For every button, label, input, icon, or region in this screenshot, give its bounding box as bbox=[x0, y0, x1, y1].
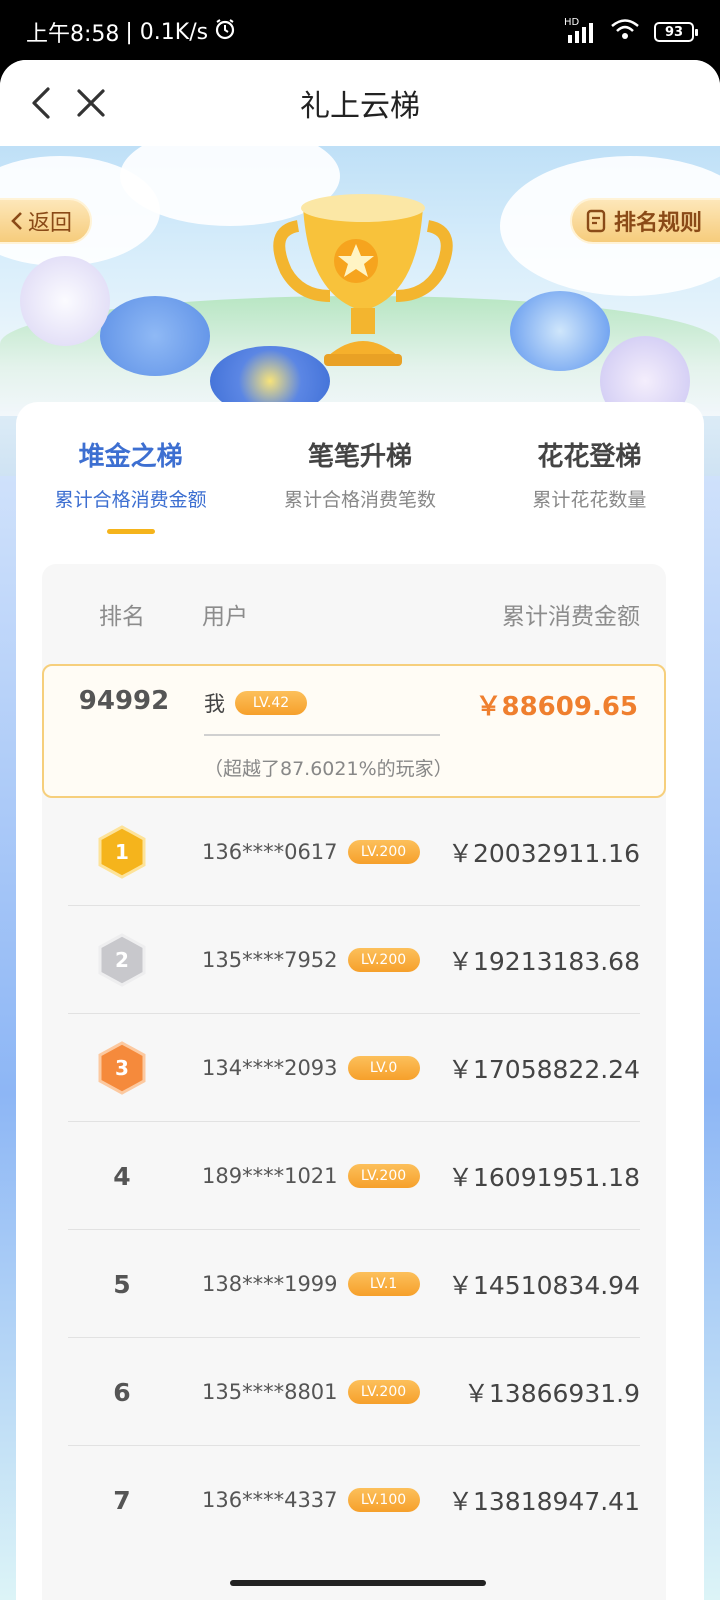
rank-number: 2 bbox=[115, 948, 129, 972]
ranking-table: 排名 用户 累计消费金额 94992 我 LV.42 ￥88609.65 （超越… bbox=[42, 564, 666, 1600]
my-rank: 94992 bbox=[78, 686, 170, 716]
table-row[interactable]: 4 189****1021 LV.200 ￥16091951.18 bbox=[42, 1122, 666, 1230]
level-badge: LV.200 bbox=[347, 1380, 420, 1404]
status-net-speed: | 0.1K/s bbox=[125, 19, 209, 45]
active-tab-indicator bbox=[106, 529, 155, 534]
silver-medal-icon: 2 bbox=[97, 933, 147, 987]
wifi-icon bbox=[610, 18, 640, 46]
level-badge: LV.100 bbox=[347, 1488, 420, 1512]
user-cell: 136****0617 LV.200 bbox=[202, 798, 420, 906]
tab-title: 花花登梯 bbox=[537, 442, 642, 472]
tab-count-ladder[interactable]: 笔笔升梯 累计合格消费笔数 bbox=[245, 436, 474, 532]
table-row[interactable]: 2 135****7952 LV.200 ￥19213183.68 bbox=[42, 906, 666, 1014]
my-amount: ￥88609.65 bbox=[475, 692, 638, 722]
user-cell: 138****1999 LV.1 bbox=[202, 1230, 420, 1338]
table-row[interactable]: 1 136****0617 LV.200 ￥20032911.16 bbox=[42, 798, 666, 906]
user-cell: 134****2093 LV.0 bbox=[202, 1014, 420, 1122]
flower-decoration bbox=[100, 296, 210, 376]
tab-subtitle: 累计花花数量 bbox=[532, 489, 647, 511]
level-badge: LV.200 bbox=[347, 948, 420, 972]
bronze-medal-icon: 3 bbox=[97, 1041, 147, 1095]
my-ranking-row: 94992 我 LV.42 ￥88609.65 （超越了87.6021%的玩家） bbox=[42, 664, 666, 798]
my-percentile-note: （超越了87.6021%的玩家） bbox=[204, 758, 453, 780]
return-button[interactable]: 返回 bbox=[0, 198, 93, 244]
status-time: 上午8:58 bbox=[26, 22, 120, 47]
rank-number: 6 bbox=[113, 1377, 131, 1407]
rank-number: 3 bbox=[115, 1056, 129, 1080]
amount-cell: ￥16091951.18 bbox=[447, 1163, 640, 1192]
table-row[interactable]: 3 134****2093 LV.0 ￥17058822.24 bbox=[42, 1014, 666, 1122]
amount-cell: ￥13818947.41 bbox=[447, 1487, 640, 1516]
user-cell: 189****1021 LV.200 bbox=[202, 1122, 420, 1230]
rank-cell: 1 bbox=[42, 798, 202, 906]
table-row[interactable]: 5 138****1999 LV.1 ￥14510834.94 bbox=[42, 1230, 666, 1338]
snowflake-decoration bbox=[20, 256, 110, 346]
level-badge: LV.1 bbox=[347, 1272, 420, 1296]
status-right: HD 93 bbox=[564, 17, 698, 46]
user-phone: 189****1021 bbox=[202, 1164, 338, 1188]
amount-cell: ￥13866931.9 bbox=[463, 1379, 640, 1408]
chevron-left-icon bbox=[11, 212, 22, 230]
close-x-icon[interactable] bbox=[70, 82, 112, 124]
back-chevron-icon[interactable] bbox=[20, 82, 62, 124]
home-indicator[interactable] bbox=[230, 1580, 486, 1586]
ranking-rules-label: 排名规则 bbox=[613, 211, 702, 236]
amount-cell: ￥14510834.94 bbox=[447, 1271, 640, 1300]
amount-cell: ￥20032911.16 bbox=[447, 839, 640, 868]
rank-number: 1 bbox=[115, 840, 129, 864]
table-row[interactable]: 7 136****4337 LV.100 ￥13818947.41 bbox=[42, 1446, 666, 1554]
rank-number: 4 bbox=[113, 1161, 131, 1191]
user-phone: 136****4337 bbox=[202, 1488, 338, 1512]
tab-subtitle: 累计合格消费笔数 bbox=[283, 489, 436, 511]
alarm-clock-icon bbox=[214, 18, 236, 46]
battery-icon: 93 bbox=[654, 22, 698, 42]
my-name: 我 bbox=[204, 692, 225, 716]
network-label: HD bbox=[564, 17, 580, 28]
rank-number: 7 bbox=[113, 1485, 131, 1515]
divider bbox=[204, 734, 440, 736]
rank-cell: 2 bbox=[42, 906, 202, 1014]
user-phone: 135****7952 bbox=[202, 948, 338, 972]
flower-decoration bbox=[510, 291, 610, 371]
rank-number: 5 bbox=[113, 1269, 131, 1299]
trophy-icon bbox=[268, 186, 458, 380]
header-rank: 排名 bbox=[99, 604, 145, 630]
rank-cell: 3 bbox=[42, 1014, 202, 1122]
user-phone: 134****2093 bbox=[202, 1056, 338, 1080]
user-cell: 135****8801 LV.200 bbox=[202, 1338, 420, 1446]
user-phone: 136****0617 bbox=[202, 840, 338, 864]
page-sheet: 礼上云梯 返回 排名规则 堆金之梯 累计合格消费金额 笔笔升梯 累计合格消费笔数… bbox=[0, 60, 720, 1600]
amount-cell: ￥19213183.68 bbox=[447, 947, 640, 976]
header-user: 用户 bbox=[202, 604, 248, 630]
battery-level: 93 bbox=[664, 24, 684, 40]
rules-doc-icon bbox=[586, 209, 606, 233]
user-phone: 135****8801 bbox=[202, 1380, 338, 1404]
signal-icon: HD bbox=[564, 17, 596, 43]
level-badge: LV.200 bbox=[347, 1164, 420, 1188]
ranking-rules-button[interactable]: 排名规则 bbox=[569, 198, 720, 244]
tab-amount-ladder[interactable]: 堆金之梯 累计合格消费金额 bbox=[16, 436, 245, 534]
user-cell: 135****7952 LV.200 bbox=[202, 906, 420, 1014]
ranking-tabs: 堆金之梯 累计合格消费金额 笔笔升梯 累计合格消费笔数 花花登梯 累计花花数量 bbox=[16, 402, 704, 534]
tab-huahua-ladder[interactable]: 花花登梯 累计花花数量 bbox=[475, 436, 704, 532]
tab-title: 堆金之梯 bbox=[78, 442, 183, 472]
status-left: 上午8:58 | 0.1K/s bbox=[26, 16, 236, 48]
gold-medal-icon: 1 bbox=[97, 825, 147, 879]
tab-title: 笔笔升梯 bbox=[307, 442, 412, 472]
nav-bar: 礼上云梯 bbox=[0, 60, 720, 146]
level-badge: LV.200 bbox=[347, 840, 420, 864]
tab-subtitle: 累计合格消费金额 bbox=[54, 489, 207, 511]
level-badge: LV.42 bbox=[235, 691, 307, 715]
status-bar: 上午8:58 | 0.1K/s HD 93 bbox=[0, 0, 720, 64]
amount-cell: ￥17058822.24 bbox=[447, 1055, 640, 1084]
level-badge: LV.0 bbox=[347, 1056, 420, 1080]
return-button-label: 返回 bbox=[28, 211, 73, 236]
user-phone: 138****1999 bbox=[202, 1272, 338, 1296]
my-user: 我 LV.42 bbox=[204, 688, 307, 718]
user-cell: 136****4337 LV.100 bbox=[202, 1446, 420, 1554]
header-amount: 累计消费金额 bbox=[502, 604, 640, 630]
ranking-card: 堆金之梯 累计合格消费金额 笔笔升梯 累计合格消费笔数 花花登梯 累计花花数量 … bbox=[16, 402, 704, 1600]
table-row[interactable]: 6 135****8801 LV.200 ￥13866931.9 bbox=[42, 1338, 666, 1446]
